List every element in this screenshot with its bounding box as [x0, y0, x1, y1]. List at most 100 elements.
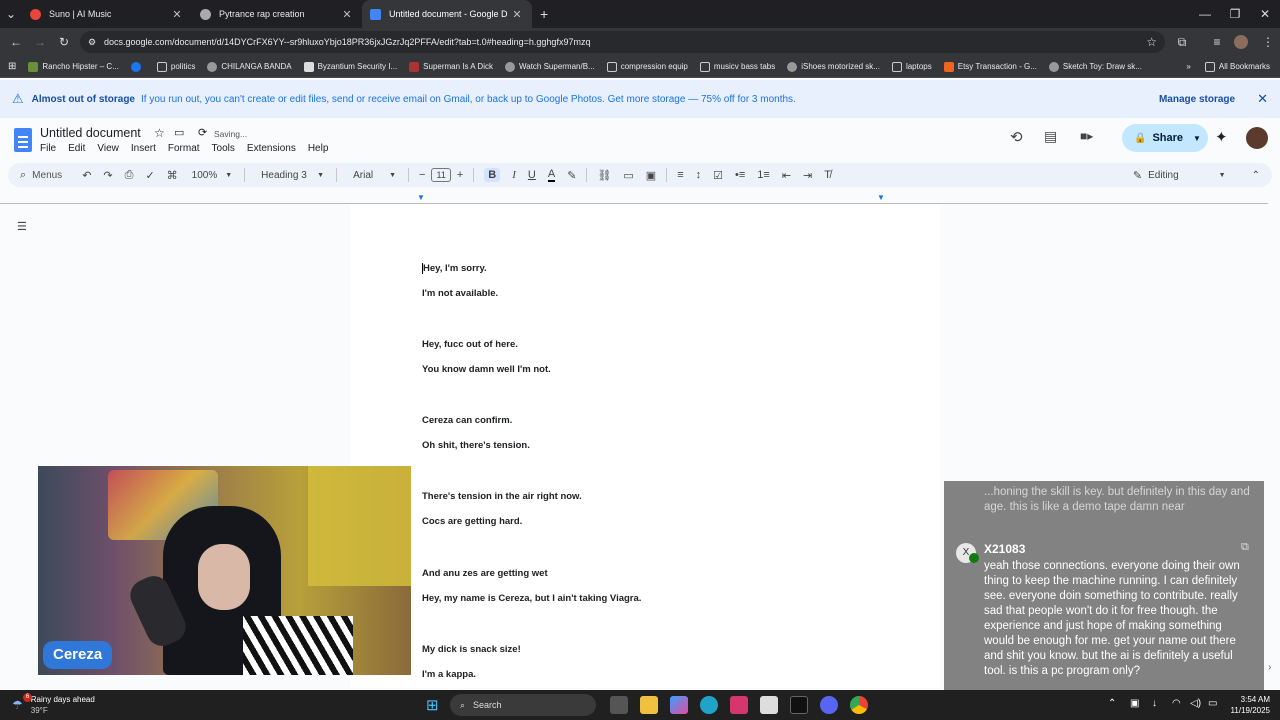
- menu-insert[interactable]: Insert: [131, 143, 156, 154]
- bookmark-item[interactable]: iShoes motorized sk...: [787, 61, 880, 72]
- menu-file[interactable]: File: [40, 143, 56, 154]
- collapse-toolbar-icon[interactable]: ⌃: [1252, 170, 1260, 181]
- star-icon[interactable]: ☆: [154, 126, 165, 140]
- clock[interactable]: 3:54 AM 11/19/2025: [1226, 694, 1270, 716]
- bookmark-item[interactable]: Sketch Toy: Draw sk...: [1048, 61, 1142, 72]
- left-indent-marker[interactable]: ▼: [417, 193, 425, 202]
- clear-formatting-icon[interactable]: T̸: [824, 169, 831, 181]
- tray-app-icon[interactable]: ▣: [1130, 698, 1139, 709]
- align-icon[interactable]: ≡: [677, 169, 683, 181]
- style-select[interactable]: Heading 3: [261, 170, 317, 181]
- undo-icon[interactable]: ↶: [82, 169, 91, 182]
- menu-tools[interactable]: Tools: [212, 143, 235, 154]
- comment-icon[interactable]: ▭: [623, 169, 633, 182]
- bookmark-item[interactable]: CHILANGA BANDA: [207, 61, 292, 72]
- bookmark-folder[interactable]: musicv bass tabs: [699, 61, 775, 72]
- instagram-icon[interactable]: [730, 696, 748, 714]
- text-color-icon[interactable]: A: [547, 168, 556, 182]
- gemini-icon[interactable]: ✦: [1215, 128, 1228, 146]
- tab-suno[interactable]: Suno | AI Music ✕: [22, 0, 192, 28]
- taskbar-search[interactable]: ⌕ Search: [450, 694, 596, 716]
- bookmark-item[interactable]: Byzantium Security I...: [303, 61, 397, 72]
- chrome-icon[interactable]: [850, 696, 868, 714]
- reload-icon[interactable]: ↻: [52, 35, 76, 49]
- bookmark-folder[interactable]: laptops: [891, 61, 932, 72]
- wifi-icon[interactable]: ◠: [1172, 698, 1181, 709]
- extensions-icon[interactable]: ⧉: [1170, 35, 1194, 50]
- numbered-list-icon[interactable]: 1≡: [757, 169, 770, 181]
- font-size-input[interactable]: 11: [431, 168, 451, 182]
- address-bar[interactable]: ⚙ docs.google.com/document/d/14DYCrFX6YY…: [80, 31, 1165, 53]
- highlight-icon[interactable]: ✎: [567, 169, 576, 182]
- bookmark-item[interactable]: Etsy Transaction - G...: [943, 61, 1037, 72]
- close-banner-icon[interactable]: ✕: [1257, 91, 1268, 107]
- restore-icon[interactable]: ❐: [1220, 7, 1250, 21]
- network-icon[interactable]: ↓: [1152, 698, 1157, 709]
- bookmark-item[interactable]: [130, 61, 145, 72]
- comments-icon[interactable]: ▤: [1044, 128, 1057, 145]
- menu-edit[interactable]: Edit: [68, 143, 85, 154]
- bullet-list-icon[interactable]: •≡: [735, 169, 745, 181]
- bookmark-item[interactable]: Superman Is A Dick: [409, 61, 493, 72]
- windows-start-icon[interactable]: ⊞: [426, 696, 439, 714]
- weather-icon[interactable]: ☂: [12, 698, 23, 712]
- profile-avatar[interactable]: [1234, 35, 1248, 49]
- search-icon[interactable]: ⌕: [20, 169, 26, 182]
- account-avatar[interactable]: [1246, 127, 1268, 149]
- bold-icon[interactable]: B: [484, 168, 501, 182]
- bookmark-item[interactable]: Watch Superman/B...: [504, 61, 595, 72]
- docs-logo-icon[interactable]: [14, 128, 32, 152]
- tab-search-icon[interactable]: ⌄: [0, 7, 22, 21]
- document-title[interactable]: Untitled document: [40, 126, 141, 140]
- edge-icon[interactable]: [700, 696, 718, 714]
- editing-mode-select[interactable]: Editing: [1148, 170, 1179, 181]
- document-page[interactable]: Hey, I'm sorry. I'm not available. Hey, …: [350, 204, 940, 688]
- tab-google-doc[interactable]: Untitled document - Google D ✕: [362, 0, 532, 28]
- zoom-select[interactable]: 100%: [192, 170, 218, 181]
- checklist-icon[interactable]: ☑: [713, 169, 723, 182]
- search-menus[interactable]: Menus: [32, 170, 62, 181]
- font-select[interactable]: Arial: [353, 170, 389, 181]
- all-bookmarks-folder[interactable]: All Bookmarks: [1204, 61, 1270, 72]
- new-tab-button[interactable]: +: [540, 6, 548, 22]
- menu-view[interactable]: View: [97, 143, 119, 154]
- decrease-font-size-icon[interactable]: −: [419, 169, 425, 181]
- menu-help[interactable]: Help: [308, 143, 329, 154]
- discord-icon[interactable]: [820, 696, 838, 714]
- tray-chevron-icon[interactable]: ⌃: [1108, 698, 1116, 709]
- chrome-menu-icon[interactable]: ⋮: [1256, 35, 1280, 49]
- increase-indent-icon[interactable]: ⇥: [803, 169, 812, 182]
- print-icon[interactable]: ⎙: [125, 169, 134, 182]
- decrease-indent-icon[interactable]: ⇤: [782, 169, 791, 182]
- close-tab-icon[interactable]: ✕: [170, 8, 184, 21]
- more-bookmarks-icon[interactable]: »: [1186, 62, 1190, 71]
- bookmark-star-icon[interactable]: ☆: [1146, 35, 1157, 49]
- menu-extensions[interactable]: Extensions: [247, 143, 296, 154]
- close-tab-icon[interactable]: ✕: [340, 8, 354, 21]
- increase-font-size-icon[interactable]: +: [457, 169, 463, 181]
- x-app-icon[interactable]: [790, 696, 808, 714]
- italic-icon[interactable]: I: [512, 169, 516, 181]
- version-history-icon[interactable]: ⟲: [1010, 128, 1023, 146]
- chat-reply-icon[interactable]: ⧉: [1241, 540, 1249, 555]
- link-icon[interactable]: ⛓: [597, 169, 611, 182]
- scroll-right-icon[interactable]: ›: [1268, 662, 1271, 673]
- right-indent-marker[interactable]: ▼: [877, 193, 885, 202]
- menu-format[interactable]: Format: [168, 143, 200, 154]
- move-folder-icon[interactable]: ▭: [174, 126, 184, 139]
- amazon-icon[interactable]: [760, 696, 778, 714]
- bookmark-item[interactable]: Rancho Hipster – C...: [28, 61, 119, 72]
- outline-icon[interactable]: ☰: [17, 220, 27, 233]
- bookmark-folder[interactable]: politics: [156, 61, 195, 72]
- image-icon[interactable]: ▣: [646, 169, 656, 182]
- task-view-icon[interactable]: [610, 696, 628, 714]
- meet-icon[interactable]: ■▸: [1080, 129, 1093, 143]
- close-window-icon[interactable]: ✕: [1250, 7, 1280, 21]
- file-explorer-icon[interactable]: [640, 696, 658, 714]
- spellcheck-icon[interactable]: ✓: [145, 169, 154, 182]
- close-tab-icon[interactable]: ✕: [510, 8, 524, 21]
- manage-storage-link[interactable]: Manage storage: [1159, 94, 1235, 105]
- weather-widget[interactable]: Rainy days ahead 39°F: [31, 694, 95, 716]
- minimize-icon[interactable]: —: [1190, 7, 1220, 21]
- line-spacing-icon[interactable]: ↕: [696, 169, 702, 181]
